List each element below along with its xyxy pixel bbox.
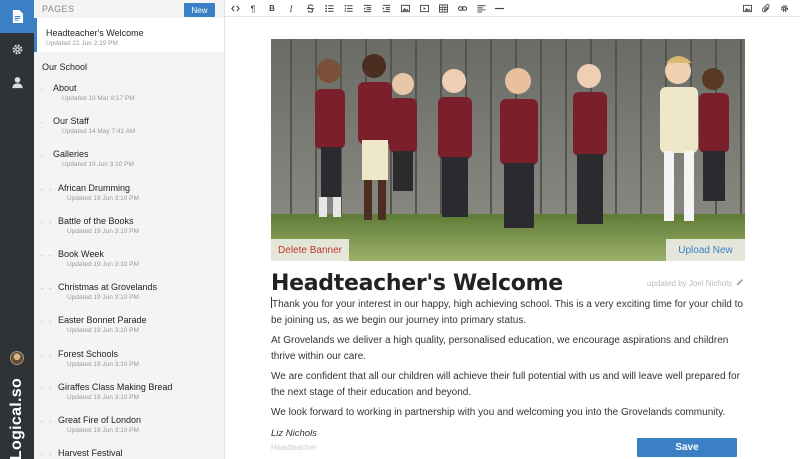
bold-icon[interactable]: B xyxy=(268,0,276,17)
settings-icon xyxy=(12,44,22,55)
tree-indent-marker: - - xyxy=(41,219,54,227)
attachment-icon[interactable] xyxy=(761,0,771,17)
horizontal-rule-icon[interactable] xyxy=(495,0,504,17)
pages-sidebar: PAGES New Headteacher's Welcome Updated … xyxy=(34,0,225,459)
pencil-icon[interactable] xyxy=(736,278,744,286)
tree-indent-marker: - - xyxy=(41,418,54,426)
page-item-date: Updated 22 Jun 2:19 PM xyxy=(46,40,118,47)
list-item[interactable]: - Our Staff Updated 14 May 7:41 AM xyxy=(34,111,224,144)
list-item[interactable]: - - Battle of the Books Updated 19 Jun 3:1… xyxy=(34,211,224,244)
strikethrough-icon[interactable] xyxy=(306,0,315,17)
save-button[interactable]: Save xyxy=(637,438,737,457)
outdent-icon[interactable] xyxy=(363,0,372,17)
upload-banner-button[interactable]: Upload New xyxy=(666,239,745,261)
tree-indent-marker: - - xyxy=(41,352,54,360)
ordered-list-icon[interactable] xyxy=(344,0,353,17)
page-item-label: Our Staff xyxy=(53,116,89,127)
page-item-date: Updated 19 Jun 3:10 PM xyxy=(67,227,139,235)
signature[interactable]: Liz Nichols xyxy=(271,428,317,439)
banner-image xyxy=(271,39,745,261)
signature-role: Headteacher xyxy=(271,443,317,452)
tree-indent-marker: - - xyxy=(41,319,54,327)
paragraph-2[interactable]: At Grovelands we deliver a high quality,… xyxy=(271,333,745,364)
page-item-date: Updated 19 Jun 3:10 PM xyxy=(67,260,139,268)
page-list: - About Updated 10 Mar 9:17 PM - Our Staff Up… xyxy=(34,78,224,459)
page-item-label: Book Week xyxy=(58,248,104,259)
page-item-date: Updated 19 Jun 3:10 PM xyxy=(62,161,134,169)
editor-toolbar: ¶ B I xyxy=(225,0,800,17)
users-nav-button[interactable] xyxy=(0,66,34,99)
pages-header: PAGES New xyxy=(34,0,224,18)
list-item[interactable]: - - Forest Schools Updated 19 Jun 3:10 PM xyxy=(34,344,224,377)
link-icon[interactable] xyxy=(458,0,467,17)
unordered-list-icon[interactable] xyxy=(325,0,334,17)
page-title[interactable]: Headteacher's Welcome xyxy=(271,271,563,296)
page-item-label: Great Fire of London xyxy=(58,414,142,425)
page-item-date: Updated 10 Mar 9:17 PM xyxy=(62,95,135,102)
list-item[interactable]: - - Great Fire of London Updated 19 Jun 3:… xyxy=(34,410,224,443)
pages-title: PAGES xyxy=(42,4,75,14)
image-icon[interactable] xyxy=(401,0,410,17)
page-item-date: Updated 19 Jun 3:10 PM xyxy=(67,327,139,335)
paragraph-1[interactable]: Thank you for your interest in our happy… xyxy=(271,297,745,328)
tree-indent-marker: - xyxy=(41,120,46,128)
video-icon[interactable] xyxy=(420,0,429,17)
paragraph-3[interactable]: We are confident that all our children w… xyxy=(271,369,745,400)
page-item-label: Galleries xyxy=(53,149,89,160)
page-item-label: Christmas at Grovelands xyxy=(58,282,158,293)
page-item-label: Harvest Festival xyxy=(58,448,123,459)
table-icon[interactable] xyxy=(439,0,448,17)
page-item-date: Updated 14 May 7:41 AM xyxy=(62,128,136,136)
indent-icon[interactable] xyxy=(382,0,391,17)
tree-indent-marker: - - xyxy=(41,252,54,260)
page-item-date: Updated 19 Jun 3:10 PM xyxy=(67,194,139,202)
page-item-label: Headteacher's Welcome xyxy=(46,28,144,38)
list-item[interactable]: - - Giraffes Class Making Bread Updated 19… xyxy=(34,377,224,410)
page-item-label: Easter Bonnet Parade xyxy=(58,315,147,326)
list-item[interactable]: - - Christmas at Grovelands Updated 19 Jun… xyxy=(34,277,224,310)
insert-image-icon[interactable] xyxy=(742,0,752,17)
delete-banner-button[interactable]: Delete Banner xyxy=(271,239,349,261)
settings-gear-icon[interactable] xyxy=(779,0,789,17)
user-icon xyxy=(11,77,23,89)
paragraph-4[interactable]: We look forward to working in partnershi… xyxy=(271,405,745,421)
list-item[interactable]: - - African Drumming Updated 19 Jun 3:10 P… xyxy=(34,178,224,211)
code-icon[interactable] xyxy=(230,0,240,17)
app-logo: Logical.so xyxy=(8,377,25,459)
page-item-date: Updated 19 Jun 3:10 PM xyxy=(67,294,139,302)
paragraph-icon[interactable]: ¶ xyxy=(249,0,257,17)
list-item[interactable]: - - Easter Bonnet Parade Updated 19 Jun 3:… xyxy=(34,310,224,343)
page-item-label: About xyxy=(53,83,77,93)
page-item-date: Updated 19 Jun 3:10 PM xyxy=(67,393,139,401)
align-icon[interactable] xyxy=(477,0,486,17)
page-editor: Delete Banner Upload New Headteacher's W… xyxy=(225,17,800,459)
page-banner: Delete Banner Upload New xyxy=(271,39,745,261)
tree-indent-marker: - - xyxy=(41,452,54,459)
list-item[interactable]: - Galleries Updated 19 Jun 3:10 PM xyxy=(34,144,224,177)
list-item[interactable]: - - Harvest Festival xyxy=(34,443,224,459)
page-item-label: Forest Schools xyxy=(58,348,119,359)
page-item-label: Giraffes Class Making Bread xyxy=(58,381,173,392)
tree-indent-marker: - xyxy=(41,153,46,161)
pages-nav-button[interactable] xyxy=(0,0,34,33)
list-item[interactable]: - - Book Week Updated 19 Jun 3:10 PM xyxy=(34,244,224,277)
new-page-button[interactable]: New xyxy=(184,3,215,17)
tree-indent-marker: - xyxy=(41,87,46,94)
page-item-date: Updated 19 Jun 3:10 PM xyxy=(67,360,139,368)
tree-indent-marker: - - xyxy=(41,186,54,194)
avatar[interactable] xyxy=(10,351,24,365)
tree-indent-marker: - - xyxy=(41,286,54,294)
pages-section-our-school[interactable]: Our School xyxy=(34,52,224,78)
list-item[interactable]: - About Updated 10 Mar 9:17 PM xyxy=(34,78,224,111)
app-rail: Logical.so xyxy=(0,0,34,459)
italic-icon[interactable]: I xyxy=(287,0,295,17)
page-item-label: Battle of the Books xyxy=(58,215,134,226)
tree-indent-marker: - - xyxy=(41,385,54,393)
updated-by-text: updated by Joel Nichols xyxy=(647,279,732,288)
page-item-label: African Drumming xyxy=(58,182,131,193)
page-item-date: Updated 19 Jun 3:10 PM xyxy=(67,426,139,434)
settings-nav-button[interactable] xyxy=(0,33,34,66)
current-page-item[interactable]: Headteacher's Welcome Updated 22 Jun 2:1… xyxy=(34,18,224,52)
pages-icon xyxy=(12,10,23,23)
